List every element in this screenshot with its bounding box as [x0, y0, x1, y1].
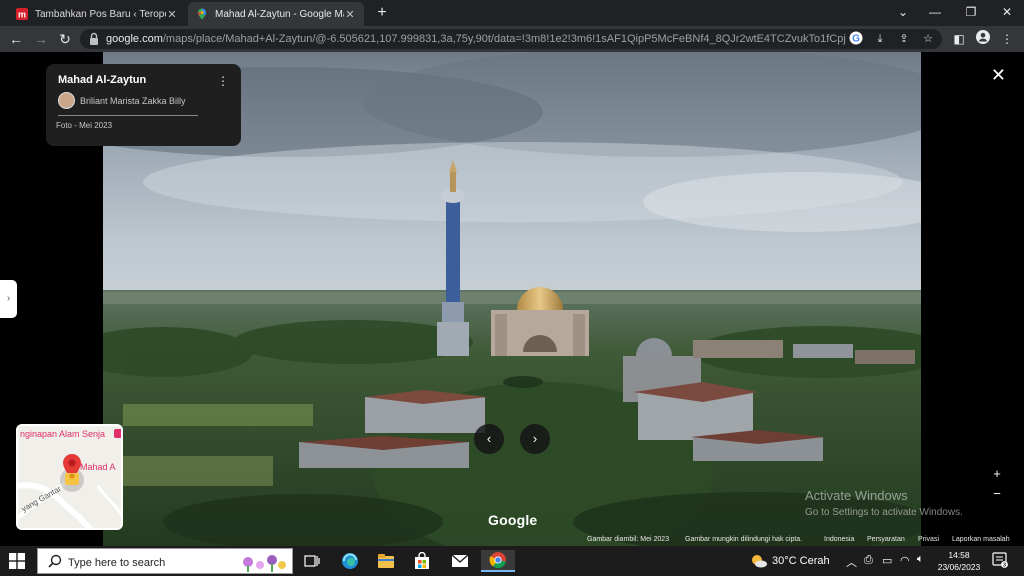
clock-date: 23/06/2023: [937, 562, 981, 572]
file-explorer-icon[interactable]: [372, 550, 400, 572]
zoom-in-button[interactable]: +: [990, 466, 1004, 481]
taskbar-search-box[interactable]: Type here to search: [37, 548, 293, 574]
search-placeholder: Type here to search: [68, 557, 166, 569]
google-logo: Google: [488, 512, 538, 528]
street-view-viewport: Mahad Al-Zaytun ⋮ Briliant Marista Zakka…: [0, 52, 1024, 546]
google-g-icon[interactable]: G: [848, 31, 864, 47]
mail-icon[interactable]: [446, 550, 474, 572]
notification-center-icon[interactable]: 3: [992, 552, 1008, 568]
url-host: google.com: [106, 33, 163, 45]
task-view-icon[interactable]: [298, 550, 326, 572]
notification-count: 3: [1003, 563, 1006, 568]
windows-taskbar: Type here to search 30°C Cerah ︿ ⎙ ▭ ◠ 🔈…: [0, 546, 1024, 576]
windows-start-icon[interactable]: [9, 553, 25, 569]
terms-link[interactable]: Persyaratan: [867, 536, 905, 543]
new-tab-button[interactable]: +: [372, 3, 392, 23]
language-link[interactable]: Indonesia: [824, 536, 854, 543]
tab-google-maps[interactable]: Mahad Al-Zaytun - Google Maps ✕: [188, 2, 364, 26]
next-photo-button[interactable]: ›: [520, 424, 550, 454]
capture-date: Gambar diambil: Mei 2023: [587, 536, 670, 543]
weather-sun-icon[interactable]: [750, 552, 768, 570]
activate-windows-title: Activate Windows: [805, 488, 908, 503]
show-hidden-icons-icon[interactable]: ︿: [846, 554, 857, 570]
wordpress-red-icon: m: [16, 8, 28, 20]
battery-icon[interactable]: ▭: [882, 554, 892, 567]
tab-close-icon[interactable]: ✕: [344, 8, 356, 21]
install-app-icon[interactable]: ⤓: [872, 31, 888, 47]
restore-icon[interactable]: ❐: [954, 0, 988, 26]
wifi-icon[interactable]: ◠: [900, 554, 910, 567]
zoom-out-button[interactable]: −: [990, 486, 1004, 501]
minimap-label-place[interactable]: Mahad A: [80, 462, 116, 472]
photo-author[interactable]: Briliant Marista Zakka Billy: [80, 96, 186, 106]
tab-search-icon[interactable]: ⌄: [886, 0, 920, 26]
system-clock[interactable]: 14:58 23/06/2023: [936, 549, 982, 573]
back-arrow-icon[interactable]: ←: [6, 29, 26, 49]
tab-title: Mahad Al-Zaytun - Google Maps: [215, 8, 344, 20]
tab-close-icon[interactable]: ✕: [166, 8, 178, 21]
close-window-icon[interactable]: ✕: [990, 0, 1024, 26]
search-icon: [48, 554, 62, 568]
privacy-link[interactable]: Privasi: [918, 536, 939, 543]
profile-icon[interactable]: [974, 30, 992, 48]
photo-date: Foto - Mei 2023: [56, 121, 113, 130]
minimap-label-lodging[interactable]: nginapan Alam Senja: [20, 429, 105, 439]
copyright-note: Gambar mungkin dilindungi hak cipta.: [685, 536, 803, 543]
minimap-roads: [18, 429, 121, 528]
browser-toolbar: ← → ↻ google.com/maps/place/Mahad+Al-Zay…: [0, 26, 1024, 52]
url-text[interactable]: google.com/maps/place/Mahad+Al-Zaytun/@-…: [106, 33, 846, 45]
tab-title: Tambahkan Pos Baru ‹ Teropong: [35, 8, 166, 20]
svg-text:G: G: [852, 34, 860, 45]
url-path: /maps/place/Mahad+Al-Zaytun/@-6.505621,1…: [162, 33, 846, 45]
weather-text[interactable]: 30°C Cerah: [772, 555, 830, 567]
meet-now-icon[interactable]: ⎙: [864, 554, 873, 567]
report-problem-link[interactable]: Laporkan masalah: [952, 536, 1010, 543]
maps-pin-icon: [198, 8, 206, 20]
browser-tab-strip: m Tambahkan Pos Baru ‹ Teropong ✕ Mahad …: [0, 0, 1024, 26]
bookmark-star-icon[interactable]: ☆: [920, 31, 936, 47]
place-name[interactable]: Mahad Al-Zaytun: [58, 74, 146, 86]
address-bar[interactable]: google.com/maps/place/Mahad+Al-Zaytun/@-…: [80, 29, 942, 49]
forward-arrow-icon[interactable]: →: [31, 29, 51, 49]
flowers-icon: [243, 555, 286, 572]
tab-tambahkan-pos[interactable]: m Tambahkan Pos Baru ‹ Teropong ✕: [8, 2, 186, 26]
photo-info-card: Mahad Al-Zaytun ⋮ Briliant Marista Zakka…: [46, 64, 241, 146]
more-options-icon[interactable]: ⋮: [217, 74, 229, 88]
clock-time: 14:58: [948, 550, 970, 560]
share-icon[interactable]: ⇪: [896, 31, 912, 47]
activate-windows-subtitle: Go to Settings to activate Windows.: [805, 507, 963, 518]
divider: [58, 115, 198, 116]
minimap[interactable]: nginapan Alam Senja Mahad A yang Gantar: [16, 424, 123, 530]
attribution-footer: Gambar diambil: Mei 2023 Gambar mungkin …: [584, 536, 1024, 546]
minimize-icon[interactable]: —: [918, 0, 952, 26]
reload-icon[interactable]: ↻: [55, 29, 75, 49]
chrome-taskbar-icon[interactable]: [481, 550, 515, 572]
previous-photo-button[interactable]: ‹: [474, 424, 504, 454]
side-panel-icon[interactable]: ◧: [950, 30, 968, 48]
svg-text:m: m: [18, 10, 26, 20]
avatar[interactable]: [58, 92, 75, 109]
expand-side-panel-button[interactable]: ›: [0, 280, 17, 318]
lock-icon[interactable]: [88, 32, 100, 46]
microsoft-store-icon[interactable]: [408, 550, 436, 572]
chrome-menu-icon[interactable]: ⋮: [998, 30, 1016, 48]
close-street-view-icon[interactable]: ✕: [991, 66, 1006, 84]
volume-icon[interactable]: 🔈︎: [917, 553, 924, 566]
edge-browser-icon[interactable]: [336, 550, 364, 572]
